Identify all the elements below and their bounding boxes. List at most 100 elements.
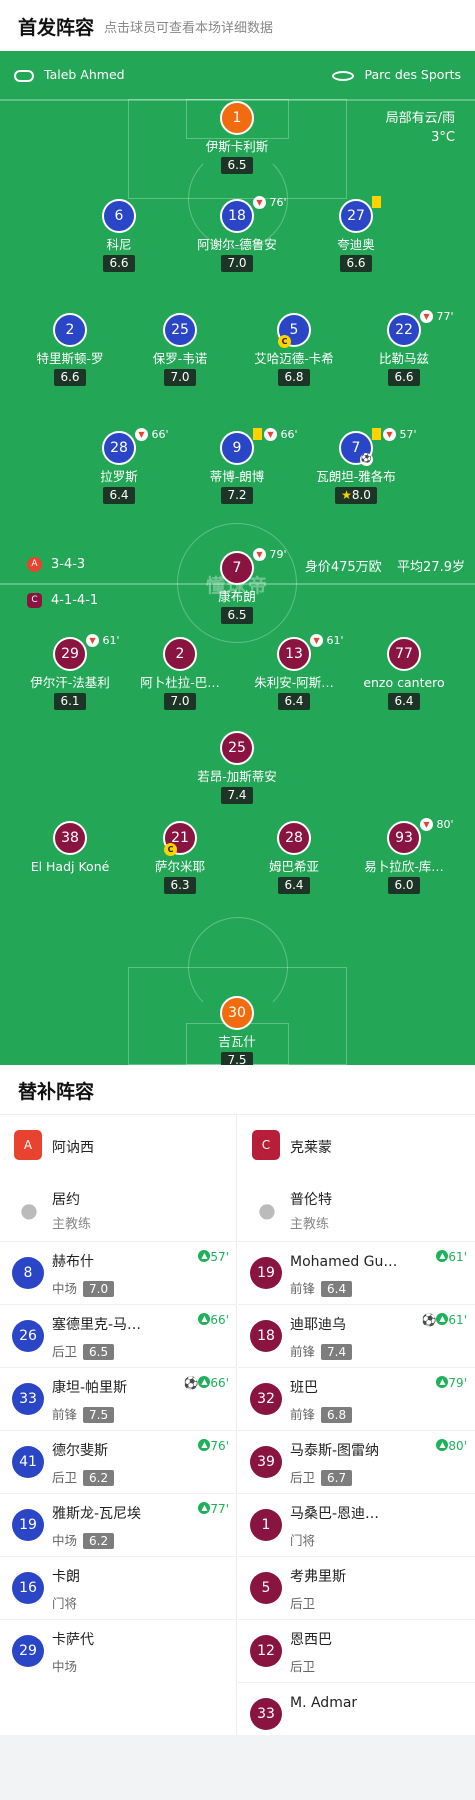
bench-player[interactable]: 19 雅斯龙-瓦尼埃 中场 6.2 ▲ 77' [0, 1493, 237, 1555]
jersey-number: 21 C [163, 821, 197, 856]
player-rating: 6.0 [388, 877, 420, 894]
player-rating: 6.4 [103, 487, 135, 504]
home-team-name: 阿讷西 [52, 1140, 94, 1156]
sub-in-minute: 57' [210, 1250, 229, 1264]
away-coach[interactable]: ● 普伦特 主教练 [238, 1181, 475, 1241]
player-rating: 6.6 [103, 255, 135, 272]
bench-player[interactable]: 39 马泰斯-图雷纳 后卫 6.7 ▲ 80' [238, 1430, 475, 1492]
away-team-badge-icon: C [27, 593, 42, 608]
home-player-8[interactable]: 28 ▼ 66' 拉罗斯 6.4 [69, 428, 169, 504]
bench-player[interactable]: 29 卡萨代 中场 [0, 1619, 237, 1681]
jersey-number: 29 [12, 1635, 44, 1667]
event-markers: ▼ 66' [135, 428, 169, 442]
bench-player[interactable]: 1 马桑巴-恩迪… 门将 [238, 1493, 475, 1555]
jersey-number: 2 [163, 637, 197, 671]
bench-player-rating: 6.2 [83, 1533, 115, 1549]
sub-in-marker: ⚽ ▲ 61' [421, 1313, 467, 1327]
sub-off-icon: ▼ [253, 196, 266, 209]
bench-player[interactable]: 26 塞德里克-马… 后卫 6.5 ▲ 66' [0, 1304, 237, 1366]
home-team-logo-icon: A [14, 1130, 42, 1160]
weather-text: 局部有云/雨 [385, 111, 455, 126]
player-name: 艾哈迈德-卡希 [254, 351, 334, 366]
away-player-7[interactable]: 21 C 萨尔米耶 6.3 [130, 821, 230, 894]
home-player-3[interactable]: 27 夸迪奥 6.6 [306, 196, 406, 272]
bench-player-rating: 6.7 [321, 1470, 353, 1486]
away-player-4[interactable]: 77 enzo cantero 6.4 [354, 637, 454, 710]
away-player-6[interactable]: 38 El Hadj Koné [20, 821, 120, 874]
away-player-1[interactable]: 29 ▼ 61' 伊尔汗-法基利 6.1 [20, 634, 120, 710]
home-player-1[interactable]: 6 科尼 6.6 [69, 199, 169, 272]
home-player-10[interactable]: 7 ⚽ ▼ 57' 瓦朗坦-雅各布 ★8.0 [306, 428, 417, 504]
star-icon: ★ [341, 488, 352, 502]
captain-badge: C [278, 335, 291, 348]
sub-off-icon: ▼ [135, 428, 148, 441]
away-player-2[interactable]: 2 阿卜杜拉-巴… 7.0 [130, 637, 230, 710]
player-rating: 6.6 [54, 369, 86, 386]
home-player-2[interactable]: 18 ▼ 76' 阿谢尔-德鲁安 7.0 [187, 196, 287, 272]
away-player-9[interactable]: 93 ▼ 80' 易卜拉欣-库… 6.0 [354, 818, 454, 894]
away-player-3[interactable]: 13 ▼ 61' 朱利安-阿斯… 6.4 [244, 634, 344, 710]
bench-player-name: 考弗里斯 [290, 1569, 346, 1585]
player-rating: 6.4 [278, 693, 310, 710]
sub-in-minute: 66' [210, 1313, 229, 1327]
home-player-5[interactable]: 25 保罗-韦诺 7.0 [130, 313, 230, 386]
player-rating: 6.5 [221, 157, 253, 174]
player-name: 伊尔汗-法基利 [30, 675, 110, 690]
away-formation: C 4-1-4-1 [27, 593, 98, 608]
bench-player[interactable]: 8 赫布什 中场 7.0 ▲ 57' [0, 1241, 237, 1303]
home-bench-team[interactable]: A 阿讷西 [0, 1115, 237, 1179]
sub-minute: 66' [151, 428, 169, 441]
bench-player-rating: 7.0 [83, 1281, 115, 1297]
jersey-number: 33 [250, 1698, 282, 1730]
yellow-card-icon [372, 428, 381, 440]
stadium-name: Parc des Sports [364, 67, 461, 82]
home-coach[interactable]: ● 居约 主教练 [0, 1181, 237, 1241]
coach-avatar-icon: ● [20, 1198, 38, 1222]
bench-player[interactable]: 18 迪耶迪乌 前锋 7.4 ⚽ ▲ 61' [238, 1304, 475, 1366]
home-player-0[interactable]: 1 伊斯卡利斯 6.5 [187, 101, 287, 174]
player-rating: 6.1 [54, 693, 86, 710]
jersey-number: 19 [12, 1509, 44, 1541]
away-player-0[interactable]: 7 ▼ 79' 康布朗 6.5 [187, 548, 287, 624]
bench-player[interactable]: 5 考弗里斯后卫 [238, 1556, 475, 1618]
bench-player-name: 康坦-帕里斯 [52, 1380, 128, 1396]
player-rating: 6.4 [388, 693, 420, 710]
away-player-5[interactable]: 25 若昂-加斯蒂安 7.4 [187, 731, 287, 804]
bench-player[interactable]: 41 德尔斐斯 后卫 6.2 ▲ 76' [0, 1430, 237, 1492]
jersey-number: 25 [220, 731, 254, 765]
jersey-number: 41 [12, 1446, 44, 1478]
temperature: 3°C [431, 130, 455, 145]
sub-on-icon: ▲ [436, 1439, 449, 1451]
home-player-7[interactable]: 22 ▼ 77' 比勒马兹 6.6 [354, 310, 454, 386]
goal-icon: ⚽ [183, 1376, 199, 1390]
bench-player[interactable]: 16 卡朗 门将 [0, 1556, 237, 1618]
bench-player[interactable]: 33 康坦-帕里斯 前锋 7.5 ⚽ ▲ 66' [0, 1367, 237, 1429]
bench-player[interactable]: 32 班巴 前锋 6.8 ▲ 79' [238, 1367, 475, 1429]
event-markers: ▼ 80' [420, 818, 454, 832]
away-player-8[interactable]: 28 姆巴希亚 6.4 [244, 821, 344, 894]
bench-player-position: 门将 [52, 1596, 78, 1611]
away-player-10[interactable]: 30 吉瓦什 7.5 [187, 996, 287, 1065]
home-player-6[interactable]: 5 C 艾哈迈德-卡希 6.8 [244, 313, 344, 386]
home-player-4[interactable]: 2 特里斯顿-罗 6.6 [20, 313, 120, 386]
jersey-number: 5 [250, 1572, 282, 1604]
player-rating: 6.8 [278, 369, 310, 386]
home-team-badge-icon: A [27, 557, 42, 572]
jersey-number: 7 ⚽ [339, 431, 373, 466]
jersey-number: 9 [220, 431, 254, 465]
bench-player-position: 后卫 [290, 1596, 316, 1611]
player-rating: 7.4 [221, 787, 253, 804]
referee: Taleb Ahmed [14, 67, 125, 82]
bench-player-position: 中场 6.2 [52, 1530, 115, 1549]
yellow-card-icon [253, 428, 262, 440]
player-name: 若昂-加斯蒂安 [197, 769, 277, 784]
bench-player[interactable]: 19 Mohamed Gu… 前锋 6.4 ▲ 61' [238, 1241, 475, 1303]
sub-minute: 61' [102, 634, 120, 647]
bench-player[interactable]: 12 恩西巴 后卫 [238, 1619, 475, 1681]
home-player-9[interactable]: 9 ▼ 66' 蒂博-朗博 7.2 [187, 428, 298, 504]
away-bench-team[interactable]: C 克莱蒙 [238, 1115, 475, 1179]
jersey-number: 1 [250, 1509, 282, 1541]
bench-player-name: 马桑巴-恩迪… [290, 1506, 380, 1522]
jersey-number: 18 [220, 199, 254, 233]
jersey-number: 77 [387, 637, 421, 671]
